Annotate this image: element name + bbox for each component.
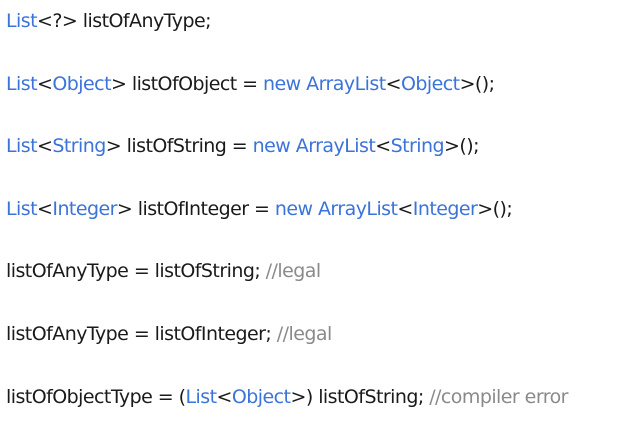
code-token: > listOfInteger = [116, 197, 275, 220]
code-token: < [375, 135, 391, 158]
type-token: List [6, 72, 38, 95]
code-token: >) listOfString; [290, 385, 430, 408]
type-token: Object [52, 72, 111, 95]
type-token: ArrayList [295, 135, 376, 158]
code-token: > listOfString = [105, 135, 253, 158]
keyword-token: new [274, 197, 313, 220]
code-token: listOfAnyType = listOfString; [6, 260, 266, 283]
type-token: List [6, 10, 38, 32]
code-line: List<Integer> listOfInteger = new ArrayL… [6, 194, 627, 257]
comment-token: //compiler error [429, 385, 568, 408]
code-block: List<?> listOfAnyType; List<Object> listO… [6, 6, 627, 444]
type-token: Integer [412, 197, 478, 220]
type-token: List [185, 385, 217, 408]
type-token: Object [400, 72, 460, 95]
code-token: listOfAnyType = listOfInteger; [6, 322, 277, 345]
code-token: > listOfObject = [110, 72, 264, 95]
comment-token: //legal [276, 322, 332, 345]
type-token: String [390, 135, 445, 158]
code-token: < [37, 135, 53, 158]
code-token: < [397, 197, 413, 220]
code-line: List<String> listOfString = new ArrayLis… [6, 131, 627, 194]
keyword-token: new [252, 135, 291, 158]
code-token: < [216, 385, 233, 408]
code-line: listOfAnyType = listOfString; //legal [6, 256, 627, 319]
type-token: ArrayList [306, 72, 386, 95]
code-token: >(); [444, 135, 480, 158]
keyword-token: new [263, 72, 301, 95]
code-line: List<Object> listOfObject = new ArrayLis… [6, 69, 627, 132]
code-token: >(); [477, 197, 513, 220]
code-line: listOfAnyType = listOfInteger; //legal [6, 319, 627, 382]
code-token: < [385, 72, 402, 95]
code-token: >(); [459, 72, 496, 95]
code-line: List<?> listOfAnyType; [6, 6, 627, 69]
type-token: ArrayList [317, 197, 398, 220]
code-token: < [37, 72, 53, 95]
code-token: < [37, 197, 53, 220]
type-token: List [6, 135, 38, 158]
type-token: String [52, 135, 106, 158]
type-token: List [6, 197, 38, 220]
code-token: listOfObjectType = ( [6, 385, 186, 408]
code-line: listOfObjectType = (List<Object>) listOf… [6, 382, 627, 444]
type-token: Integer [52, 197, 117, 220]
type-token: Object [231, 385, 291, 408]
comment-token: //legal [265, 260, 321, 283]
code-token: <?> listOfAnyType; [37, 10, 212, 32]
